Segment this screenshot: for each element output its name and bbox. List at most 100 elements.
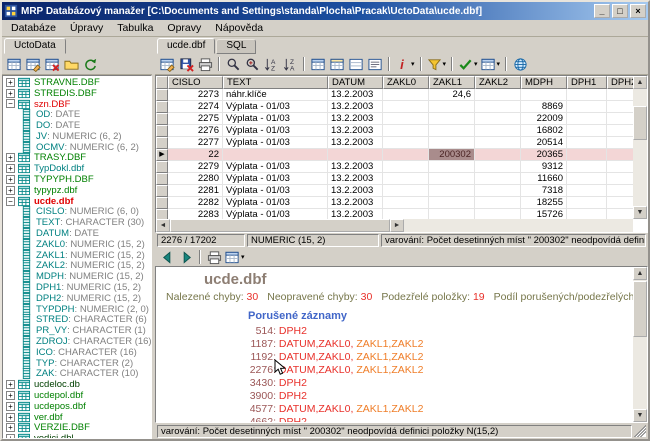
discard-changes-icon[interactable] bbox=[177, 56, 195, 73]
report-record[interactable]: 3900: DPH2 bbox=[236, 390, 629, 403]
dropdown-caret[interactable]: ▾ bbox=[443, 60, 447, 68]
cell-zakl2[interactable] bbox=[475, 125, 521, 137]
collapse-box-icon[interactable]: − bbox=[6, 196, 15, 206]
cell-dph1[interactable] bbox=[567, 149, 607, 161]
cell-text[interactable]: Výplata - 01/03 bbox=[223, 173, 328, 185]
tab-sql[interactable]: SQL bbox=[216, 39, 257, 54]
cell-cislo[interactable]: 22 bbox=[168, 149, 223, 161]
cell-zakl1[interactable] bbox=[429, 101, 475, 113]
scroll-left-button[interactable]: ◄ bbox=[156, 219, 170, 232]
column-header-mdph[interactable]: MDPH bbox=[521, 76, 567, 89]
tree-field-typ[interactable]: TYP : CHARACTER (2) bbox=[4, 357, 151, 369]
cell-mdph[interactable]: 9312 bbox=[521, 161, 567, 173]
cell-text[interactable]: Výplata - 01/03 bbox=[223, 197, 328, 209]
table-row[interactable]: 2279 Výplata - 01/03 13.2.2003 9312 bbox=[156, 161, 633, 173]
table-row[interactable]: 2273 náhr.klíče 13.2.2003 24,6 bbox=[156, 89, 633, 101]
cell-zakl2[interactable] bbox=[475, 197, 521, 209]
tree-field-dph2[interactable]: DPH2 : NUMERIC (15, 2) bbox=[4, 292, 151, 304]
report-record[interactable]: 3430: DPH2 bbox=[236, 377, 629, 390]
column-header-zakl0[interactable]: ZAKL0 bbox=[383, 76, 429, 89]
collapse-box-icon[interactable]: − bbox=[6, 99, 15, 109]
table-view-icon[interactable] bbox=[5, 56, 23, 73]
tab-uctodata[interactable]: UctoData bbox=[4, 38, 66, 54]
cell-mdph[interactable]: 18255 bbox=[521, 197, 567, 209]
table-structure-icon[interactable] bbox=[24, 56, 42, 73]
expand-box-icon[interactable]: + bbox=[6, 380, 15, 390]
back-icon[interactable] bbox=[158, 249, 176, 266]
tree-field-zakl2[interactable]: ZAKL2 : NUMERIC (15, 2) bbox=[4, 260, 151, 272]
report-record[interactable]: 2276: DATUM,ZAKL0, ZAKL1,ZAKL2 bbox=[236, 364, 629, 377]
tree-table-verzie-dbf[interactable]: + VERZIE.DBF bbox=[4, 422, 151, 433]
cell-datum[interactable]: 13.2.2003 bbox=[328, 89, 383, 101]
cell-zakl2[interactable] bbox=[475, 185, 521, 197]
tree-table-typyph-dbf[interactable]: + TYPYPH.DBF bbox=[4, 174, 151, 185]
search-replace-icon[interactable] bbox=[243, 56, 261, 73]
view-columns-icon[interactable] bbox=[328, 56, 346, 73]
table-row[interactable]: 2281 Výplata - 01/03 13.2.2003 7318 bbox=[156, 185, 633, 197]
scroll-up-button[interactable]: ▲ bbox=[633, 76, 647, 89]
cell-mdph[interactable]: 20365 bbox=[521, 149, 567, 161]
sort-asc-icon[interactable]: AZ bbox=[262, 56, 280, 73]
cell-mdph[interactable]: 7318 bbox=[521, 185, 567, 197]
cell-dph2[interactable] bbox=[607, 137, 633, 149]
cell-text[interactable]: náhr.klíče bbox=[223, 89, 328, 101]
cell-zakl1[interactable] bbox=[429, 161, 475, 173]
search-icon[interactable] bbox=[224, 56, 242, 73]
tree-table-trasy-dbf[interactable]: + TRASY.DBF bbox=[4, 152, 151, 163]
column-header-text[interactable]: TEXT bbox=[223, 76, 328, 89]
tree-table-ucdeloc-db[interactable]: + ucdeloc.db bbox=[4, 379, 151, 390]
cell-text[interactable]: Výplata - 01/03 bbox=[223, 113, 328, 125]
report-scroll-down-button[interactable]: ▼ bbox=[633, 409, 647, 422]
cell-dph1[interactable] bbox=[567, 173, 607, 185]
cell-datum[interactable]: 13.2.2003 bbox=[328, 197, 383, 209]
cell-dph1[interactable] bbox=[567, 101, 607, 113]
cell-datum[interactable]: 13.2.2003 bbox=[328, 209, 383, 219]
tree-table-ver-dbf[interactable]: + ver.dbf bbox=[4, 412, 151, 423]
dropdown-caret[interactable]: ▾ bbox=[474, 60, 478, 68]
menu-item-napoveda[interactable]: Nápověda bbox=[208, 21, 270, 36]
sort-desc-icon[interactable]: ZA bbox=[281, 56, 299, 73]
table-row[interactable]: 2274 Výplata - 01/03 13.2.2003 8869 bbox=[156, 101, 633, 113]
report-record[interactable]: 4662: DPH2 bbox=[236, 416, 629, 422]
cell-datum[interactable] bbox=[328, 149, 383, 161]
table-menu-icon[interactable]: ▾ bbox=[480, 56, 502, 73]
table-row[interactable]: 2282 Výplata - 01/03 13.2.2003 18255 bbox=[156, 197, 633, 209]
cell-datum[interactable]: 13.2.2003 bbox=[328, 137, 383, 149]
horizontal-scroll-thumb[interactable] bbox=[170, 219, 390, 232]
cell-zakl2[interactable] bbox=[475, 161, 521, 173]
cell-text[interactable]: Výplata - 01/03 bbox=[223, 101, 328, 113]
cell-zakl0[interactable] bbox=[383, 89, 429, 101]
cell-cislo[interactable]: 2282 bbox=[168, 197, 223, 209]
cell-zakl0[interactable] bbox=[383, 137, 429, 149]
tree-field-mdph[interactable]: MDPH : NUMERIC (15, 2) bbox=[4, 271, 151, 283]
minimize-button[interactable]: _ bbox=[594, 4, 610, 18]
cell-zakl0[interactable] bbox=[383, 161, 429, 173]
cell-cislo[interactable]: 2273 bbox=[168, 89, 223, 101]
tree-field-cislo[interactable]: CISLO : NUMERIC (6, 0) bbox=[4, 206, 151, 218]
cell-zakl2[interactable] bbox=[475, 173, 521, 185]
table-row[interactable]: 2276 Výplata - 01/03 13.2.2003 16802 bbox=[156, 125, 633, 137]
cell-datum[interactable]: 13.2.2003 bbox=[328, 125, 383, 137]
tab-ucde-dbf[interactable]: ucde.dbf bbox=[157, 38, 216, 54]
cell-dph1[interactable] bbox=[567, 113, 607, 125]
report-record[interactable]: 1187: DATUM,ZAKL0, ZAKL1,ZAKL2 bbox=[236, 338, 629, 351]
cell-zakl2[interactable] bbox=[475, 89, 521, 101]
cell-zakl1[interactable] bbox=[429, 185, 475, 197]
cell-zakl0[interactable] bbox=[383, 185, 429, 197]
expand-box-icon[interactable]: + bbox=[6, 391, 15, 400]
forward-icon[interactable] bbox=[177, 249, 195, 266]
scroll-right-button[interactable]: ► bbox=[390, 219, 404, 232]
tree-field-do[interactable]: DO : DATE bbox=[4, 120, 151, 132]
cell-mdph[interactable] bbox=[521, 89, 567, 101]
tree-table-typypz-dbf[interactable]: + typypz.dbf bbox=[4, 185, 151, 196]
table-row[interactable]: 2275 Výplata - 01/03 13.2.2003 22009 bbox=[156, 113, 633, 125]
table-delete-icon[interactable] bbox=[43, 56, 61, 73]
cell-dph2[interactable] bbox=[607, 197, 633, 209]
view-form-icon[interactable] bbox=[347, 56, 365, 73]
grid-horizontal-scrollbar[interactable]: ◄ ► bbox=[156, 219, 633, 232]
maximize-button[interactable]: □ bbox=[612, 4, 628, 18]
column-header-dph1[interactable]: DPH1 bbox=[567, 76, 607, 89]
web-export-icon[interactable] bbox=[511, 56, 529, 73]
expand-box-icon[interactable]: + bbox=[6, 164, 15, 174]
expand-box-icon[interactable]: + bbox=[6, 88, 15, 98]
